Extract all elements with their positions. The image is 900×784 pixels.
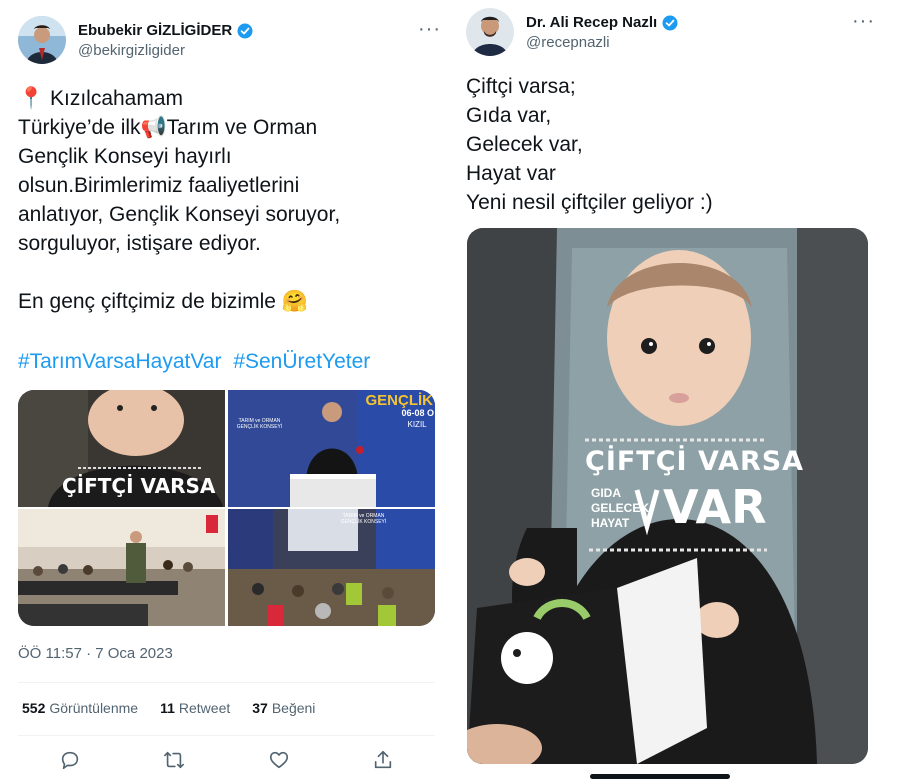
more-options-icon[interactable]: ··· [852,10,875,33]
retweet-icon[interactable] [162,748,186,772]
shirt-words: GIDA GELECEK HAYAT [591,486,650,530]
tweet-header: Ebubekir GİZLİGİDER @bekirgizligider [18,16,254,64]
stat-likes[interactable]: 37 Beğeni [252,700,315,716]
author-name[interactable]: Ebubekir GİZLİGİDER [78,22,254,40]
tweet-text: Çiftçi varsa; Gıda var, Gelecek var, Hay… [466,75,713,214]
tweet-header: Dr. Ali Recep Nazlı @recepnazli [466,8,679,56]
shirt-text: ÇİFTÇİ VARSA [62,474,216,498]
tweet-stats: 552 Görüntülenme 11 Retweet 37 Beğeni [22,700,337,716]
media-photo-speaker[interactable]: TARIM ve ORMAN GENÇLİK KONSEYİ GENÇLİK 0… [227,390,436,507]
verified-badge-icon [237,23,253,38]
shirt-text: ÇİFTÇİ VARSA [585,446,805,477]
banner-dates: 06-08 O [401,408,435,418]
tweet-left: Ebubekir GİZLİGİDER @bekirgizligider ···… [0,0,450,784]
author-name[interactable]: Dr. Ali Recep Nazlı [526,14,679,32]
home-indicator [590,774,730,779]
banner-sign: TARIM ve ORMAN GENÇLİK KONSEYİ [340,513,387,525]
share-icon[interactable] [371,748,395,772]
banner-place: KIZIL [407,420,427,429]
banner-sign: TARIM ve ORMAN GENÇLİK KONSEYİ [236,418,283,430]
avatar[interactable] [466,8,514,56]
media-photo-baby[interactable]: ÇİFTÇİ VARSA GIDA GELECEK HAYAT VAR [467,228,868,764]
hashtag-link[interactable]: #TarımVarsaHayatVar [18,350,221,373]
tweet-right: Dr. Ali Recep Nazlı @recepnazli ··· Çift… [450,0,900,784]
author-handle[interactable]: @recepnazli [526,34,679,51]
media-grid[interactable]: ÇİFTÇİ VARSA TARIM ve ORMAN GENÇLİK KONS… [18,390,435,626]
hashtags: #TarımVarsaHayatVar #SenÜretYeter [18,350,376,374]
verified-badge-icon [662,15,678,30]
tweet-actions [18,746,435,774]
stat-views[interactable]: 552 Görüntülenme [22,700,138,716]
avatar[interactable] [18,16,66,64]
divider [18,735,435,736]
media-photo-baby[interactable]: ÇİFTÇİ VARSA [18,390,226,507]
like-icon[interactable] [267,748,291,772]
hashtag-link[interactable]: #SenÜretYeter [233,350,370,373]
more-options-icon[interactable]: ··· [418,18,441,41]
shirt-big-text: VAR [663,480,767,534]
reply-icon[interactable] [58,748,82,772]
stat-retweets[interactable]: 11 Retweet [160,700,230,716]
media-photo-conference[interactable]: TARIM ve ORMAN GENÇLİK KONSEYİ [227,509,436,626]
author-handle[interactable]: @bekirgizligider [78,42,254,59]
banner-title: GENÇLİK [365,392,434,409]
tweet-text: 📍 Kızılcahamam Türkiye’de ilk📢Tarım ve O… [18,87,341,313]
divider [18,682,435,683]
tweet-timestamp[interactable]: ÖÖ 11:57 · 7 Oca 2023 [18,645,173,662]
media-photo-meeting[interactable] [18,509,226,626]
